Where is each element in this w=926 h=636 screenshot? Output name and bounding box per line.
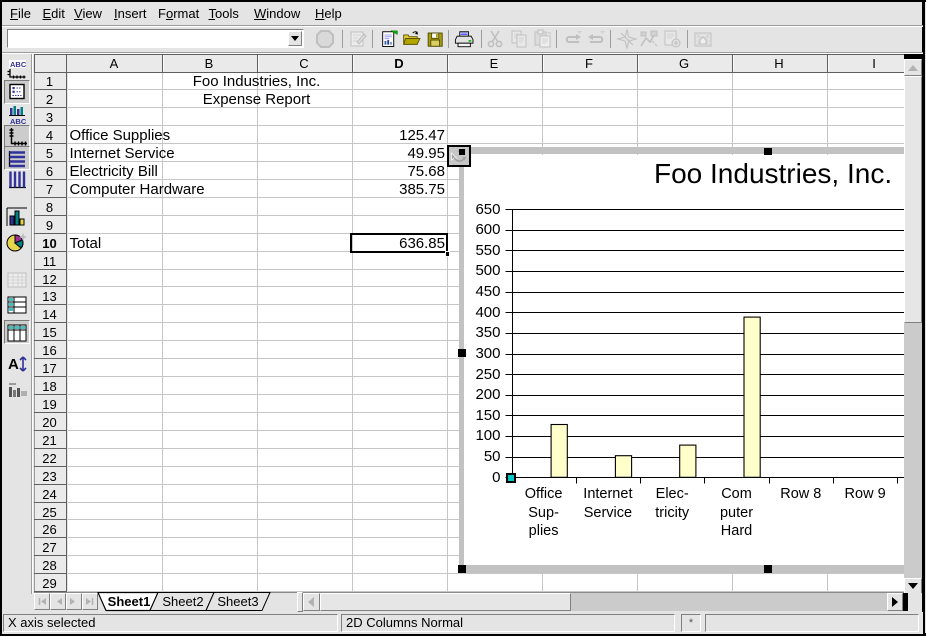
- svg-text:ABC: ABC: [10, 60, 27, 69]
- svg-text:ABC: ABC: [10, 117, 27, 125]
- svg-text:A: A: [8, 356, 19, 373]
